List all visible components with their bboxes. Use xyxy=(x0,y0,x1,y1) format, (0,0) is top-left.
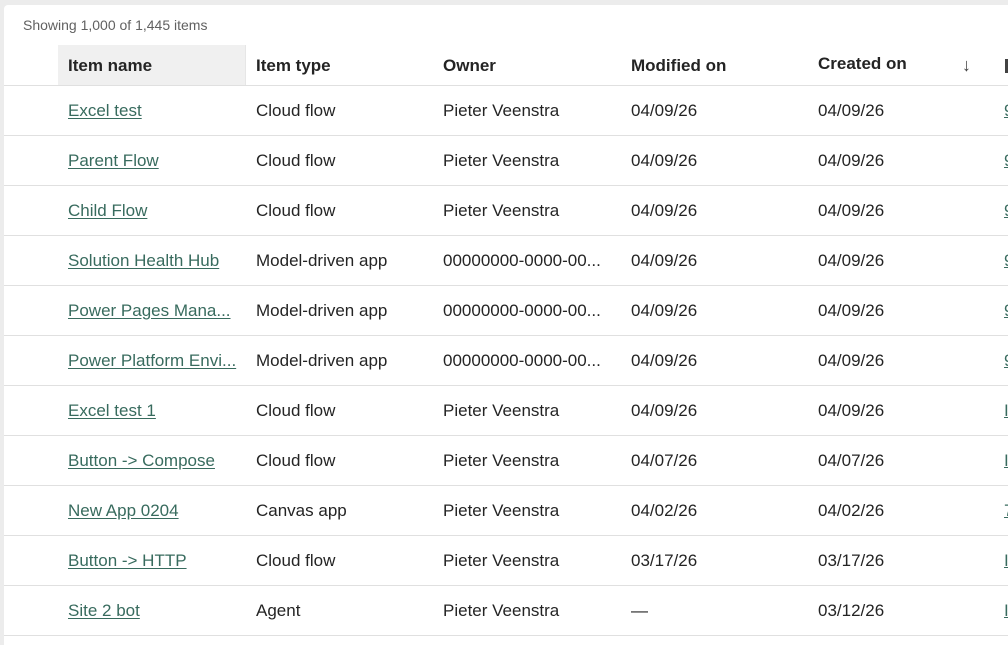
item-name-link[interactable]: Parent Flow xyxy=(68,151,159,170)
table-row[interactable]: Excel test 1 Cloud flow Pieter Veenstra … xyxy=(4,386,1008,436)
column-header-item-type[interactable]: Item type xyxy=(256,45,331,85)
modified-on-cell: 04/09/26 xyxy=(631,151,698,170)
modified-on-cell: 04/09/26 xyxy=(631,401,698,420)
item-name-cell: Site 2 bot xyxy=(68,586,240,635)
items-grid: Item name Item type Owner Modified on Cr… xyxy=(4,45,1008,636)
grid-header: Item name Item type Owner Modified on Cr… xyxy=(4,45,1008,86)
item-name-link[interactable]: New App 0204 xyxy=(68,501,179,520)
owner-cell: 00000000-0000-00... xyxy=(443,351,601,370)
table-row[interactable]: Site 2 bot Agent Pieter Veenstra — 03/12… xyxy=(4,586,1008,636)
modified-on-cell: 04/07/26 xyxy=(631,451,698,470)
item-type-cell: Model-driven app xyxy=(256,351,388,370)
table-row[interactable]: Excel test Cloud flow Pieter Veenstra 04… xyxy=(4,86,1008,136)
next-column-cell[interactable]: I xyxy=(1004,436,1008,485)
item-name-cell: Button -> HTTP xyxy=(68,536,240,585)
item-name-link[interactable]: Excel test xyxy=(68,101,142,120)
item-name-cell: Excel test xyxy=(68,86,240,135)
created-on-cell: 04/09/26 xyxy=(818,401,885,420)
item-type-cell: Cloud flow xyxy=(256,201,336,220)
created-on-cell: 04/07/26 xyxy=(818,451,885,470)
created-on-cell: 04/09/26 xyxy=(818,251,885,270)
next-column-cell[interactable]: 7 xyxy=(1004,486,1008,535)
owner-cell: 00000000-0000-00... xyxy=(443,251,601,270)
owner-cell: Pieter Veenstra xyxy=(443,551,560,570)
grid-body: Excel test Cloud flow Pieter Veenstra 04… xyxy=(4,86,1008,636)
table-row[interactable]: Button -> Compose Cloud flow Pieter Veen… xyxy=(4,436,1008,486)
next-column-cell[interactable]: 9 xyxy=(1004,286,1008,335)
column-header-created-on[interactable]: Created on xyxy=(818,45,907,85)
modified-on-cell: 04/02/26 xyxy=(631,501,698,520)
table-row[interactable]: Power Pages Mana... Model-driven app 000… xyxy=(4,286,1008,336)
item-name-link[interactable]: Child Flow xyxy=(68,201,147,220)
table-row[interactable]: New App 0204 Canvas app Pieter Veenstra … xyxy=(4,486,1008,536)
item-name-link[interactable]: Power Pages Mana... xyxy=(68,301,231,320)
item-name-cell: Parent Flow xyxy=(68,136,240,185)
item-type-cell: Cloud flow xyxy=(256,551,336,570)
next-column-cell[interactable]: 9 xyxy=(1004,336,1008,385)
column-header-modified-on[interactable]: Modified on xyxy=(631,45,726,85)
item-type-cell: Model-driven app xyxy=(256,301,388,320)
item-type-cell: Agent xyxy=(256,601,301,620)
item-name-cell: Power Platform Envi... xyxy=(68,336,240,385)
owner-cell: Pieter Veenstra xyxy=(443,401,560,420)
table-row[interactable]: Solution Health Hub Model-driven app 000… xyxy=(4,236,1008,286)
modified-on-cell: 04/09/26 xyxy=(631,351,698,370)
owner-cell: Pieter Veenstra xyxy=(443,201,560,220)
table-row[interactable]: Parent Flow Cloud flow Pieter Veenstra 0… xyxy=(4,136,1008,186)
next-column-cell[interactable]: I xyxy=(1004,536,1008,585)
item-type-cell: Model-driven app xyxy=(256,251,388,270)
item-name-cell: New App 0204 xyxy=(68,486,240,535)
modified-on-cell: 04/09/26 xyxy=(631,101,698,120)
table-row[interactable]: Child Flow Cloud flow Pieter Veenstra 04… xyxy=(4,186,1008,236)
item-name-link[interactable]: Excel test 1 xyxy=(68,401,156,420)
item-name-link[interactable]: Power Platform Envi... xyxy=(68,351,236,370)
item-name-link[interactable]: Button -> Compose xyxy=(68,451,215,470)
created-on-cell: 03/17/26 xyxy=(818,551,885,570)
created-on-cell: 04/09/26 xyxy=(818,301,885,320)
next-column-cell[interactable]: I xyxy=(1004,586,1008,635)
modified-on-cell: 04/09/26 xyxy=(631,251,698,270)
item-name-cell: Child Flow xyxy=(68,186,240,235)
owner-cell: Pieter Veenstra xyxy=(443,101,560,120)
created-on-cell: 04/09/26 xyxy=(818,101,885,120)
owner-cell: 00000000-0000-00... xyxy=(443,301,601,320)
owner-cell: Pieter Veenstra xyxy=(443,451,560,470)
table-row[interactable]: Power Platform Envi... Model-driven app … xyxy=(4,336,1008,386)
arrow-down-icon[interactable]: ↓ xyxy=(962,45,971,85)
owner-cell: Pieter Veenstra xyxy=(443,151,560,170)
column-header-owner[interactable]: Owner xyxy=(443,45,496,85)
items-panel: Showing 1,000 of 1,445 items Item name I… xyxy=(4,5,1008,645)
modified-on-cell: 04/09/26 xyxy=(631,301,698,320)
item-type-cell: Cloud flow xyxy=(256,151,336,170)
created-on-cell: 04/09/26 xyxy=(818,201,885,220)
next-column-cell[interactable]: 9 xyxy=(1004,136,1008,185)
owner-cell: Pieter Veenstra xyxy=(443,501,560,520)
item-type-cell: Cloud flow xyxy=(256,101,336,120)
next-column-cell[interactable]: I xyxy=(1004,386,1008,435)
item-type-cell: Canvas app xyxy=(256,501,347,520)
item-count-label: Showing 1,000 of 1,445 items xyxy=(23,17,208,33)
table-row[interactable]: Button -> HTTP Cloud flow Pieter Veenstr… xyxy=(4,536,1008,586)
created-on-cell: 03/12/26 xyxy=(818,601,885,620)
next-column-cell[interactable]: 9 xyxy=(1004,86,1008,135)
item-name-link[interactable]: Button -> HTTP xyxy=(68,551,187,570)
modified-on-cell: — xyxy=(631,601,648,620)
item-type-cell: Cloud flow xyxy=(256,451,336,470)
modified-on-cell: 03/17/26 xyxy=(631,551,698,570)
created-on-cell: 04/09/26 xyxy=(818,351,885,370)
item-name-link[interactable]: Solution Health Hub xyxy=(68,251,219,270)
owner-cell: Pieter Veenstra xyxy=(443,601,560,620)
item-name-link[interactable]: Site 2 bot xyxy=(68,601,140,620)
next-column-cell[interactable]: 9 xyxy=(1004,186,1008,235)
item-name-cell: Button -> Compose xyxy=(68,436,240,485)
column-header-item-name[interactable]: Item name xyxy=(58,45,246,85)
created-on-cell: 04/09/26 xyxy=(818,151,885,170)
created-on-cell: 04/02/26 xyxy=(818,501,885,520)
item-type-cell: Cloud flow xyxy=(256,401,336,420)
item-name-cell: Power Pages Mana... xyxy=(68,286,240,335)
item-name-cell: Excel test 1 xyxy=(68,386,240,435)
modified-on-cell: 04/09/26 xyxy=(631,201,698,220)
next-column-cell[interactable]: 9 xyxy=(1004,236,1008,285)
item-name-cell: Solution Health Hub xyxy=(68,236,240,285)
